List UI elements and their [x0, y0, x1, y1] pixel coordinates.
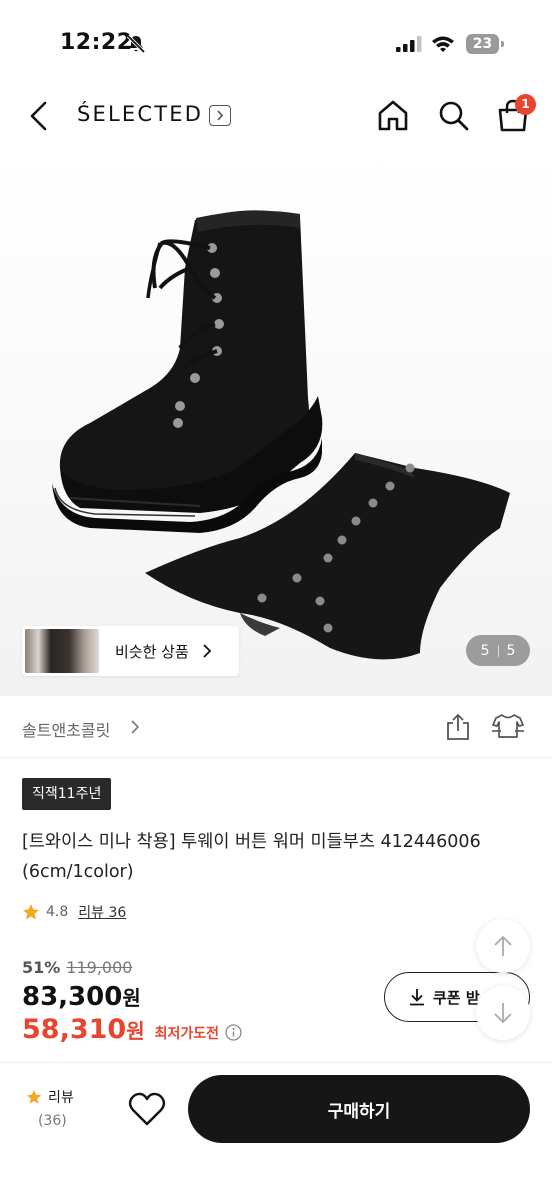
sale-price: 83,300원 — [22, 982, 141, 1012]
similar-products-thumbnail — [25, 629, 99, 673]
discount-percent: 51% — [22, 958, 61, 977]
wifi-icon — [432, 36, 454, 52]
back-button[interactable] — [22, 98, 56, 134]
arrow-up-icon — [494, 935, 512, 956]
info-icon[interactable] — [225, 1024, 242, 1041]
chevron-left-icon — [30, 101, 47, 131]
image-page-indicator: 5 5 — [466, 635, 530, 666]
star-icon — [23, 904, 39, 920]
bell-off-icon — [126, 34, 146, 54]
search-icon[interactable] — [436, 98, 470, 132]
status-bar: 12:22 23 — [0, 0, 552, 80]
bottom-review-button[interactable]: 리뷰 (36) — [26, 1087, 86, 1129]
buy-button[interactable]: 구매하기 — [188, 1075, 530, 1143]
similar-products-label: 비슷한 상품 — [115, 642, 189, 661]
brand-chevron-icon[interactable] — [209, 105, 231, 126]
cellular-signal-icon — [396, 36, 422, 52]
brand-logo[interactable]: ŚELECTED — [77, 102, 203, 126]
lowest-price-unit: 원 — [126, 1019, 145, 1043]
bottom-review-count: (36) — [38, 1113, 67, 1129]
status-time: 12:22 — [60, 30, 133, 55]
discount-row: 51% 119,000 — [22, 958, 132, 977]
battery-level: 23 — [466, 34, 499, 54]
clothing-fit-icon[interactable] — [492, 713, 524, 741]
promo-tag: 직잭11주년 — [22, 778, 112, 810]
product-image-gallery[interactable]: 비슷한 상품 5 5 — [0, 148, 552, 696]
battery-icon: 23 — [466, 34, 504, 54]
bottom-action-bar: 리뷰 (36) 구매하기 — [0, 1062, 552, 1200]
sale-price-value: 83,300 — [22, 982, 123, 1012]
lowest-price-value: 58,310 — [22, 1014, 127, 1045]
scroll-to-bottom-button[interactable] — [476, 986, 530, 1040]
product-title: [트와이스 미나 착용] 투웨이 버튼 워머 미들부츠 412446006 (6… — [22, 832, 481, 882]
coupon-label: 쿠폰 받 — [433, 988, 480, 1007]
store-row: 솔트앤초콜릿 — [0, 696, 552, 758]
bottom-review-label: 리뷰 — [48, 1090, 74, 1106]
share-icon[interactable] — [444, 713, 472, 741]
chevron-right-icon[interactable] — [130, 720, 140, 734]
home-icon[interactable] — [376, 98, 410, 132]
app-header: ŚELECTED — [0, 84, 552, 148]
scroll-to-top-button[interactable] — [476, 919, 530, 973]
rating-row: 4.8 리뷰 36 — [22, 900, 126, 924]
chevron-right-icon — [203, 644, 212, 658]
rating-value: 4.8 — [46, 904, 69, 920]
cart-count-badge: 1 — [515, 94, 536, 115]
heart-icon[interactable] — [128, 1091, 166, 1127]
product-photo — [52, 210, 510, 660]
similar-products-button[interactable]: 비슷한 상품 — [22, 626, 239, 676]
sale-price-unit: 원 — [122, 986, 141, 1010]
lowest-price-label: 최저가도전 — [154, 1026, 220, 1042]
page-total: 5 — [506, 642, 516, 659]
arrow-down-icon — [494, 1003, 512, 1024]
download-icon — [410, 989, 424, 1006]
page-current: 5 — [480, 642, 490, 659]
star-icon — [26, 1089, 42, 1104]
store-name-link[interactable]: 솔트앤초콜릿 — [22, 717, 110, 741]
lowest-price-row: 58,310 원 최저가도전 — [22, 1014, 242, 1045]
original-price: 119,000 — [66, 958, 133, 977]
review-link[interactable]: 리뷰 36 — [78, 902, 126, 922]
